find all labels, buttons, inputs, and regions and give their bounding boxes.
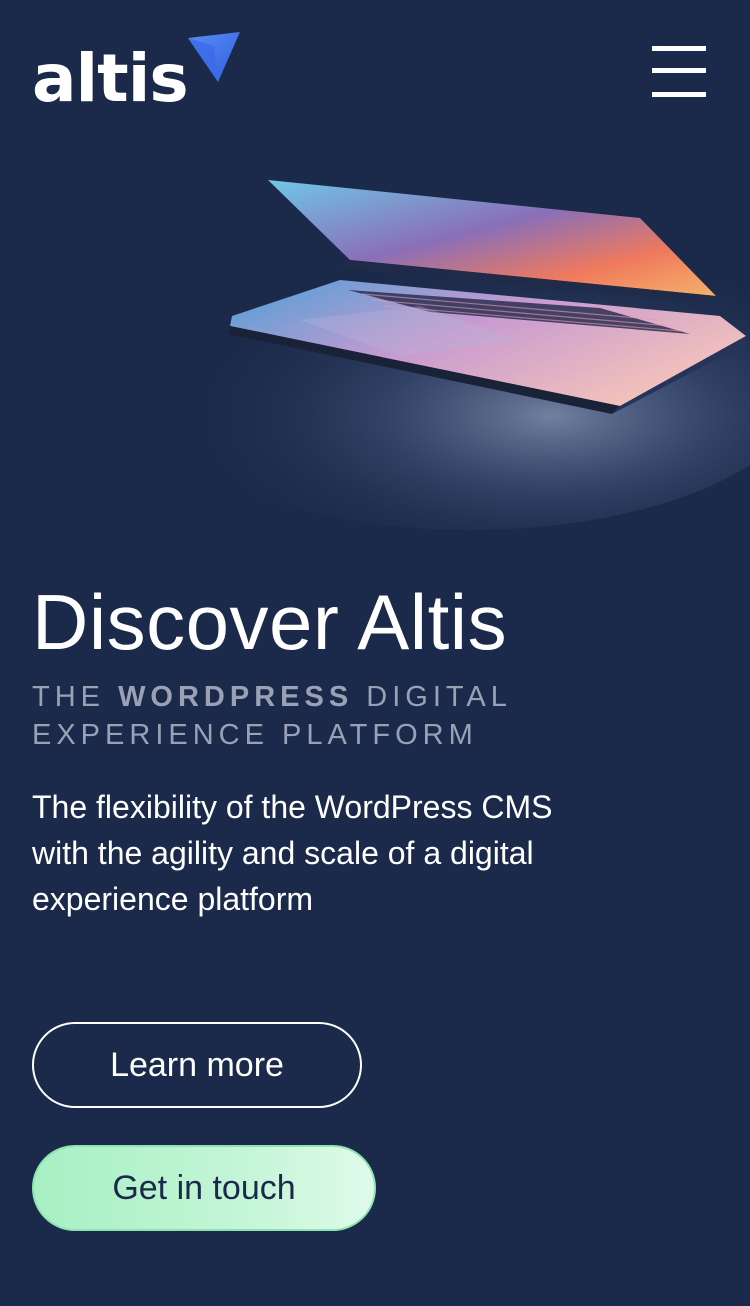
subtitle-bold: WordPress bbox=[118, 681, 354, 713]
get-in-touch-button[interactable]: Get in touch bbox=[32, 1145, 376, 1231]
hero-title: Discover Altis bbox=[32, 578, 508, 666]
hero-subtitle: The WordPress digital experience platfor… bbox=[32, 678, 592, 754]
altis-arrow-icon bbox=[187, 32, 240, 82]
hero-description: The flexibility of the WordPress CMS wit… bbox=[32, 789, 553, 917]
page: altis Discover Altis THE WORDPRESS DIGIT… bbox=[0, 0, 750, 1306]
site-header: altis bbox=[0, 0, 750, 140]
menu-button[interactable] bbox=[650, 44, 708, 102]
subtitle-prefix: The bbox=[32, 681, 119, 713]
logo-text: altis bbox=[32, 40, 189, 117]
logo-link[interactable]: altis bbox=[32, 30, 242, 112]
learn-more-button[interactable]: Learn more bbox=[32, 1022, 362, 1108]
laptop-illustration bbox=[130, 180, 750, 530]
